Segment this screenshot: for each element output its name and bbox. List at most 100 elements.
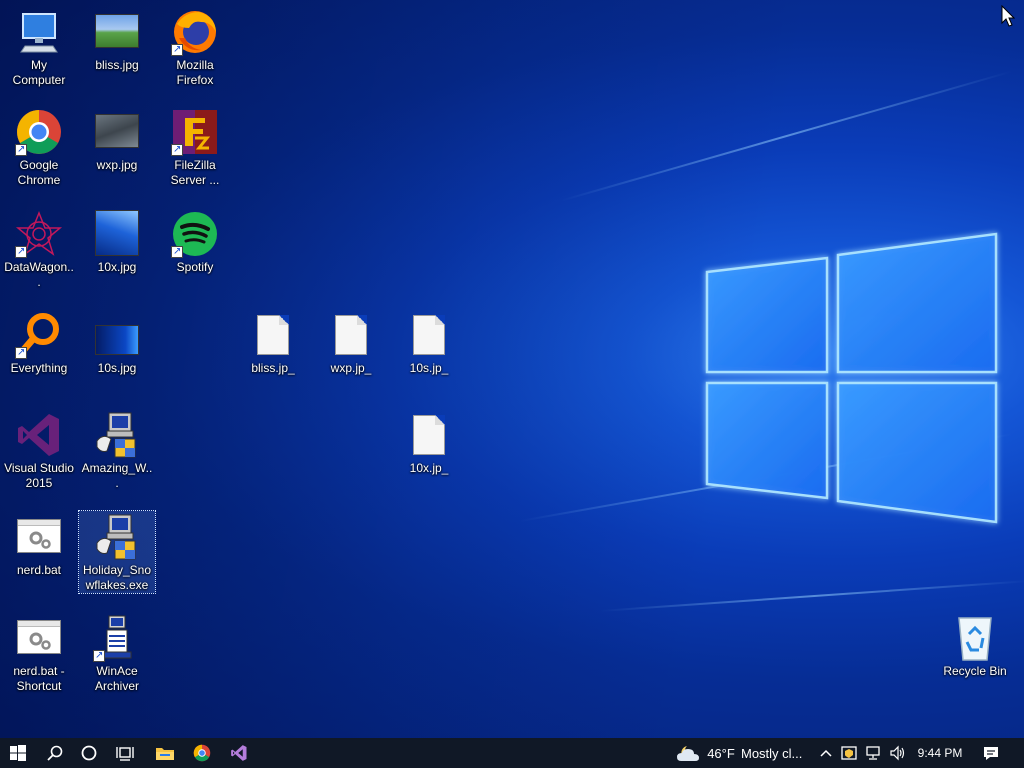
generic-file-icon <box>405 411 453 459</box>
mozilla-firefox-shortcut[interactable]: Mozilla Firefox <box>157 8 233 88</box>
desktop[interactable]: My Computer Google Chrome <box>0 0 1024 738</box>
filezilla-icon <box>171 108 219 157</box>
holiday-snowflakes-file[interactable]: Holiday_Snowflakes.exe <box>78 510 156 594</box>
icon-label: wxp.jp_ <box>330 361 372 375</box>
spotify-shortcut[interactable]: Spotify <box>157 210 233 275</box>
installer-icon <box>93 411 141 459</box>
taskbar-file-explorer[interactable] <box>147 738 183 768</box>
bliss-jpg-file[interactable]: bliss.jpg <box>79 8 155 73</box>
icon-label: My Computer <box>12 58 66 87</box>
nerd-bat-shortcut[interactable]: nerd.bat - Shortcut <box>1 614 77 694</box>
icon-label: Amazing_W... <box>81 461 153 490</box>
shortcut-arrow-icon <box>15 244 27 259</box>
wxp-jp-file[interactable]: wxp.jp_ <box>313 311 389 376</box>
icon-label: Spotify <box>176 260 214 274</box>
light-beam <box>559 70 1013 202</box>
magnifier-icon <box>15 311 63 360</box>
icon-label: Visual Studio 2015 <box>4 461 74 490</box>
visual-studio-icon <box>231 745 247 761</box>
icon-label: Mozilla Firefox <box>176 58 214 87</box>
mouse-cursor-icon <box>1001 5 1015 27</box>
google-chrome-shortcut[interactable]: Google Chrome <box>1 108 77 188</box>
icon-label: FileZilla Server ... <box>170 158 220 187</box>
shortcut-arrow-icon <box>93 648 105 663</box>
shortcut-arrow-icon <box>15 142 27 157</box>
batch-file-icon <box>15 513 63 561</box>
icon-label: Holiday_Snowflakes.exe <box>82 563 152 592</box>
10s-jp-file[interactable]: 10s.jp_ <box>391 311 467 376</box>
everything-shortcut[interactable]: Everything <box>1 311 77 376</box>
shortcut-arrow-icon <box>15 345 27 360</box>
clock[interactable]: 9:44 PM <box>912 738 968 768</box>
task-view-button[interactable] <box>108 738 142 768</box>
visual-studio-shortcut[interactable]: Visual Studio 2015 <box>1 411 77 491</box>
weather-temperature[interactable]: 46°F <box>704 738 738 768</box>
volume-tray[interactable] <box>886 738 908 768</box>
light-beam <box>599 580 1024 612</box>
cortana-icon <box>81 745 97 761</box>
nerd-bat-file[interactable]: nerd.bat <box>1 513 77 578</box>
batch-file-icon <box>15 614 63 662</box>
winace-archiver-shortcut[interactable]: WinAce Archiver <box>79 614 155 694</box>
action-center-button[interactable] <box>976 738 1006 768</box>
firefox-icon <box>171 8 219 57</box>
notification-icon <box>984 747 998 760</box>
datawagon-shortcut[interactable]: DataWagon... <box>1 210 77 290</box>
show-hidden-icons-button[interactable] <box>817 738 835 768</box>
start-icon <box>10 745 26 761</box>
10x-jpg-file[interactable]: 10x.jpg <box>79 210 155 275</box>
icon-label: 10s.jpg <box>97 361 137 375</box>
image-thumbnail-icon <box>93 8 141 56</box>
weather-condition[interactable]: Mostly cl... <box>741 738 813 768</box>
amazing-w-file[interactable]: Amazing_W... <box>79 411 155 491</box>
security-tray[interactable] <box>838 738 860 768</box>
10x-jp-file[interactable]: 10x.jp_ <box>391 411 467 476</box>
computer-icon <box>15 8 63 56</box>
shortcut-arrow-icon <box>171 142 183 157</box>
icon-label: 10x.jp_ <box>409 461 449 475</box>
image-thumbnail-icon <box>93 311 141 359</box>
chevron-up-icon <box>820 749 832 757</box>
wxp-jpg-file[interactable]: wxp.jpg <box>79 108 155 173</box>
image-thumbnail-icon <box>93 210 141 258</box>
security-icon <box>841 746 857 760</box>
network-icon <box>866 746 880 760</box>
generic-file-icon <box>249 311 297 359</box>
winace-icon <box>93 614 141 663</box>
icon-label: 10s.jp_ <box>409 361 449 375</box>
image-thumbnail-icon <box>93 108 141 156</box>
icon-label: Google Chrome <box>17 158 61 187</box>
icon-label: nerd.bat <box>16 563 62 577</box>
icon-label: WinAce Archiver <box>94 664 139 693</box>
cloudy-moon-icon <box>677 746 699 761</box>
icon-label: DataWagon... <box>4 260 74 289</box>
network-tray[interactable] <box>862 738 884 768</box>
recycle-bin[interactable]: Recycle Bin <box>937 614 1013 679</box>
start-button[interactable] <box>0 738 36 768</box>
search-button[interactable] <box>38 738 72 768</box>
chrome-icon <box>15 108 63 157</box>
10s-jpg-file[interactable]: 10s.jpg <box>79 311 155 376</box>
bliss-jp-file[interactable]: bliss.jp_ <box>235 311 311 376</box>
shortcut-arrow-icon <box>171 244 183 259</box>
shortcut-arrow-icon <box>171 42 183 57</box>
generic-file-icon <box>327 311 375 359</box>
recycle-bin-icon <box>951 614 999 662</box>
icon-label: wxp.jpg <box>96 158 138 172</box>
visual-studio-icon <box>15 411 63 459</box>
filezilla-server-shortcut[interactable]: FileZilla Server ... <box>157 108 233 188</box>
taskbar-visual-studio[interactable] <box>221 738 257 768</box>
datawagon-icon <box>15 210 63 259</box>
icon-label: bliss.jp_ <box>251 361 295 375</box>
task-view-icon <box>116 747 134 761</box>
taskbar-chrome[interactable] <box>184 738 220 768</box>
weather-widget-icon[interactable] <box>673 738 703 768</box>
icon-label: Recycle Bin <box>943 664 1007 678</box>
light-beam <box>519 433 1013 522</box>
icon-label: nerd.bat - Shortcut <box>13 664 65 693</box>
icon-label: Everything <box>10 361 68 375</box>
spotify-icon <box>171 210 219 259</box>
cortana-button[interactable] <box>72 738 106 768</box>
my-computer-icon[interactable]: My Computer <box>1 8 77 88</box>
icon-label: 10x.jpg <box>97 260 137 274</box>
